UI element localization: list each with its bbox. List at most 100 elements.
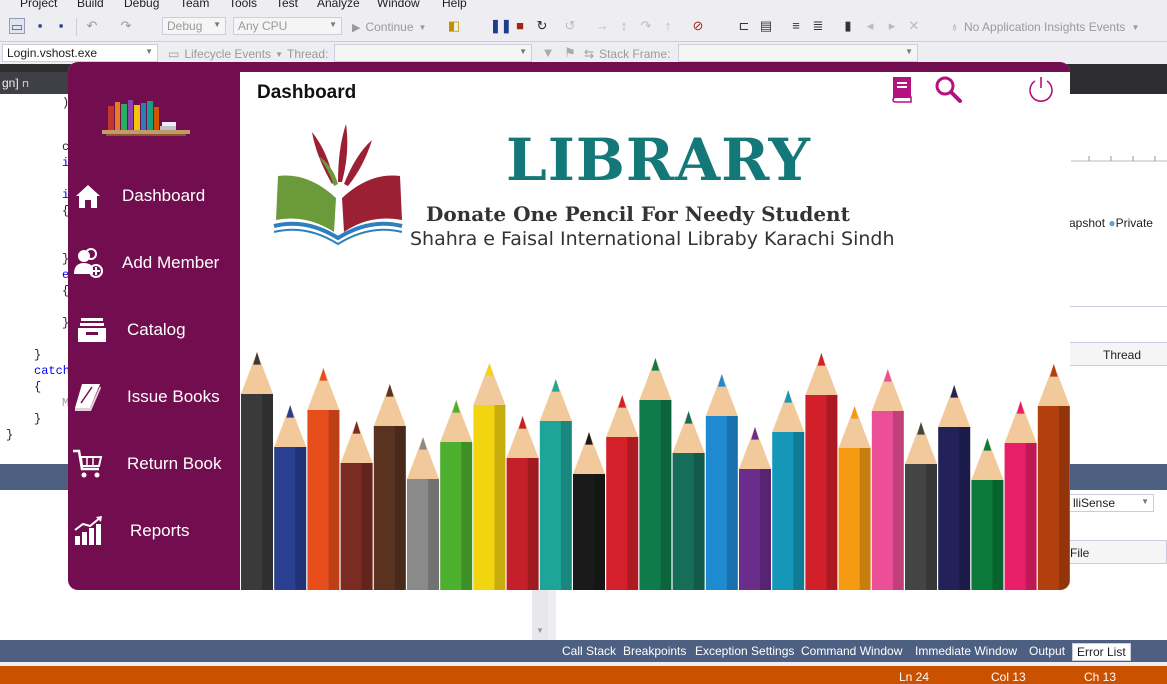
- tab-error-list[interactable]: Error List: [1072, 643, 1131, 661]
- book-icon: [70, 379, 106, 415]
- application-insights-dropdown[interactable]: ♁ No Application Insights Events ▼: [950, 18, 1139, 36]
- menu-analyze[interactable]: Analyze: [317, 0, 360, 10]
- file-column-header[interactable]: File: [1070, 546, 1089, 560]
- vs-diagnostic-tools-panel: apshot ●Private Thread: [1068, 94, 1167, 464]
- colored-pencils-image: [241, 352, 1070, 590]
- tab-command-window[interactable]: Command Window: [797, 643, 906, 659]
- flag-thread-icon[interactable]: ⚑: [562, 45, 578, 61]
- chevron-down-icon: ▼: [1141, 497, 1149, 506]
- uncomment-icon[interactable]: ≣: [810, 18, 826, 34]
- bookmark-icon[interactable]: ▮: [840, 18, 856, 34]
- home-icon: [70, 178, 106, 214]
- status-column: Col 13: [991, 670, 1026, 684]
- scroll-down-icon[interactable]: ▼: [536, 626, 544, 635]
- snapshot-legend: apshot ●Private: [1069, 216, 1153, 230]
- menu-project[interactable]: Project: [20, 0, 57, 10]
- menu-debug[interactable]: Debug: [124, 0, 159, 10]
- stack-frame-select[interactable]: ▼: [678, 44, 918, 62]
- search-icon[interactable]: [933, 74, 963, 104]
- thread-column-header[interactable]: Thread: [1103, 348, 1141, 362]
- filter-icon[interactable]: ▼: [540, 45, 556, 61]
- power-icon[interactable]: [1026, 74, 1056, 104]
- pencil: [672, 411, 705, 590]
- step-into-icon[interactable]: →: [594, 18, 610, 34]
- undo-icon[interactable]: ↶: [84, 18, 100, 34]
- status-char: Ch 13: [1084, 670, 1117, 684]
- pencil: [440, 400, 473, 590]
- process-select[interactable]: Login.vshost.exe ▼: [2, 44, 158, 62]
- menu-team[interactable]: Team: [180, 0, 209, 10]
- add-member-icon: [70, 245, 106, 281]
- nav-return-book[interactable]: Return Book: [68, 438, 240, 490]
- pencil: [639, 358, 672, 590]
- menu-build[interactable]: Build: [77, 0, 104, 10]
- save-icon[interactable]: ▪: [32, 18, 48, 34]
- vs-debug-location-toolbar: Login.vshost.exe ▼ ▭ Lifecycle Events ▼ Thr…: [0, 42, 1167, 64]
- bookmark-prev-icon[interactable]: ◂: [862, 18, 878, 34]
- library-address: Shahra e Faisal International Libraby Ka…: [410, 228, 895, 250]
- document-tab[interactable]: gn] ⊓: [0, 72, 75, 94]
- chevron-down-icon: ▼: [213, 20, 221, 29]
- pencil: [241, 352, 273, 590]
- thread-icon[interactable]: ⊏: [736, 18, 752, 34]
- tab-exception-settings[interactable]: Exception Settings: [691, 643, 798, 659]
- code-line: }: [6, 428, 14, 442]
- continue-button[interactable]: ▶ Continue ▼: [352, 18, 426, 36]
- stop-icon[interactable]: ■: [512, 18, 528, 34]
- chevron-down-icon: ▼: [418, 22, 427, 32]
- nav-add-member[interactable]: Add Member: [68, 237, 240, 289]
- lifecycle-events-dropdown[interactable]: ▭ Lifecycle Events ▼: [168, 45, 283, 63]
- breakpoint-toggle-icon[interactable]: ⊘: [690, 18, 706, 34]
- thread-select[interactable]: ▼: [334, 44, 532, 62]
- windows-icon[interactable]: ▤: [758, 18, 774, 34]
- play-icon: ▶: [352, 21, 361, 34]
- book-icon[interactable]: [887, 74, 917, 104]
- solution-configuration-select[interactable]: Debug ▼: [162, 17, 226, 35]
- tab-breakpoints[interactable]: Breakpoints: [619, 643, 690, 659]
- vs-status-bar: Ln 24 Col 13 Ch 13: [0, 666, 1167, 684]
- chevron-down-icon: ▼: [145, 47, 153, 56]
- save-all-icon[interactable]: ▪: [53, 18, 69, 34]
- nav-dashboard[interactable]: Dashboard: [68, 170, 240, 222]
- menu-help[interactable]: Help: [442, 0, 467, 10]
- code-line: }: [34, 412, 42, 426]
- bar-chart-icon: [70, 513, 106, 549]
- step-out-icon[interactable]: ↷: [638, 18, 654, 34]
- bookmark-clear-icon[interactable]: ✕: [906, 18, 922, 34]
- pause-icon[interactable]: ❚❚: [490, 18, 512, 34]
- nav-add-member-label: Add Member: [122, 253, 220, 272]
- open-folder-icon[interactable]: ▭: [9, 18, 25, 34]
- pencil: [473, 363, 506, 590]
- menu-tools[interactable]: Tools: [229, 0, 257, 10]
- library-title: LIBRARY: [506, 126, 811, 194]
- step-over-icon[interactable]: ↕: [616, 18, 632, 34]
- cart-icon: [70, 446, 106, 482]
- pencil: [938, 385, 971, 590]
- intellisense-filter-select[interactable]: lliSense ▼: [1068, 494, 1154, 512]
- nav-issue-books[interactable]: Issue Books: [68, 371, 240, 423]
- pencil: [705, 374, 738, 590]
- solution-platform-select[interactable]: Any CPU ▼: [233, 17, 342, 35]
- redo-icon[interactable]: ↷: [118, 18, 134, 34]
- nav-reports[interactable]: Reports: [68, 505, 240, 557]
- attach-icon[interactable]: ◧: [446, 18, 462, 34]
- dashboard-content: Dashboard LIBRARY Donate One Pencil For …: [240, 72, 1070, 590]
- vertical-scrollbar[interactable]: ▼: [532, 590, 548, 640]
- app-top-border: [240, 62, 1070, 72]
- show-next-statement-icon[interactable]: ↺: [562, 18, 578, 34]
- tab-call-stack[interactable]: Call Stack: [558, 643, 620, 659]
- tab-immediate-window[interactable]: Immediate Window: [911, 643, 1021, 659]
- tab-output[interactable]: Output: [1025, 643, 1069, 659]
- menu-test[interactable]: Test: [276, 0, 298, 10]
- pencil: [307, 368, 340, 590]
- comment-icon[interactable]: ≡: [788, 18, 804, 34]
- step-up-icon[interactable]: ↑: [660, 18, 676, 34]
- restart-icon[interactable]: ↻: [534, 18, 550, 34]
- nav-catalog[interactable]: Catalog: [68, 304, 240, 356]
- menu-window[interactable]: Window: [377, 0, 420, 10]
- sidebar: Dashboard Add Member Catalog Issue Books…: [68, 62, 240, 590]
- stack-frame-label: ⇆ Stack Frame:: [584, 47, 671, 61]
- bookmark-next-icon[interactable]: ▸: [884, 18, 900, 34]
- pencil: [407, 437, 439, 590]
- catalog-tray-icon: [74, 312, 110, 348]
